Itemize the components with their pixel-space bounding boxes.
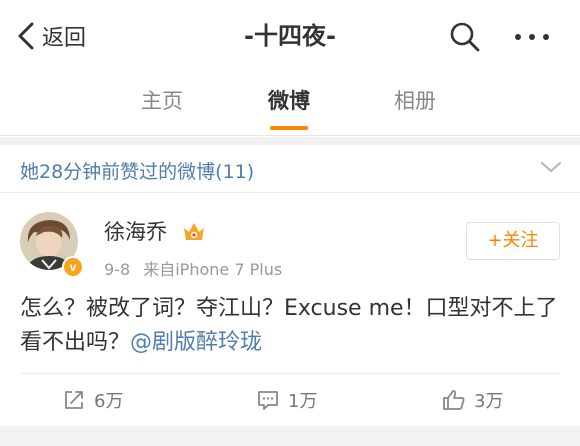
comment-button[interactable]: 1万 xyxy=(256,386,317,414)
chevron-down-icon[interactable] xyxy=(540,159,562,175)
back-button[interactable]: 返回 xyxy=(14,18,86,54)
mention-link[interactable]: @剧版醉玲珑 xyxy=(130,330,262,355)
comment-icon xyxy=(258,391,278,410)
chevron-left-icon xyxy=(18,22,34,50)
post-body: 怎么？被改了词？夺江山？Excuse me！口型对不上了看不出吗？@剧版醉玲珑 xyxy=(20,292,565,360)
vip-crown-icon xyxy=(184,223,204,240)
verified-badge: v xyxy=(62,256,84,278)
follow-button[interactable]: +关注 xyxy=(466,222,560,260)
search-icon[interactable] xyxy=(448,20,482,54)
active-tab-indicator xyxy=(270,126,308,130)
liked-posts-label: 她28分钟前赞过的微博(11) xyxy=(20,161,255,183)
tab-weibo[interactable]: 微博 xyxy=(268,86,310,122)
post-actions: 6万 1万 3万 xyxy=(0,374,580,426)
nav-bar: 返回 -十四夜- xyxy=(0,0,580,72)
like-button[interactable]: 3万 xyxy=(442,386,503,414)
thumbs-up-icon xyxy=(443,390,465,410)
back-label: 返回 xyxy=(42,26,87,51)
repost-count: 6万 xyxy=(94,391,124,412)
page-title: -十四夜- xyxy=(244,22,336,50)
repost-icon xyxy=(65,391,83,409)
section-divider xyxy=(0,137,580,145)
liked-posts-header[interactable]: 她28分钟前赞过的微博(11) xyxy=(0,145,580,193)
post-author-name[interactable]: 徐海乔 xyxy=(104,216,167,246)
post-source: 来自iPhone 7 Plus xyxy=(143,260,283,279)
post-time: 9-8 xyxy=(104,260,131,279)
post-text: 怎么？被改了词？夺江山？Excuse me！口型对不上了看不出吗？ xyxy=(20,296,558,355)
more-dots-icon[interactable] xyxy=(510,20,554,54)
post-meta: 9-8 来自iPhone 7 Plus xyxy=(104,256,290,280)
tab-album[interactable]: 相册 xyxy=(394,86,436,122)
tab-home[interactable]: 主页 xyxy=(141,86,183,122)
comment-count: 1万 xyxy=(288,391,318,412)
like-count: 3万 xyxy=(474,391,504,412)
bottom-separator xyxy=(0,426,580,446)
repost-button[interactable]: 6万 xyxy=(62,386,123,414)
